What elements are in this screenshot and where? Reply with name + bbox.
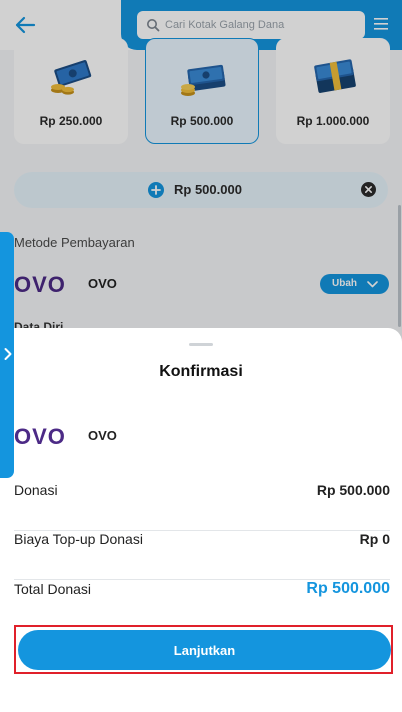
row-label: Total Donasi: [14, 581, 92, 597]
confirmation-sheet: Konfirmasi OVO OVO Donasi Rp 500.000 Bia…: [0, 328, 402, 712]
summary-row-donation: Donasi Rp 500.000: [14, 482, 390, 531]
side-panel-handle[interactable]: [0, 232, 14, 478]
sheet-title: Konfirmasi: [159, 363, 243, 380]
continue-button[interactable]: Lanjutkan: [18, 630, 391, 670]
total-value: Rp 500.000: [306, 580, 390, 597]
highlight-frame: Lanjutkan: [14, 625, 393, 674]
sheet-grabber[interactable]: [189, 343, 213, 346]
summary-row-topup-fee: Biaya Top-up Donasi Rp 0: [14, 531, 390, 580]
row-label: Donasi: [14, 482, 58, 498]
payment-method-name: OVO: [88, 428, 117, 443]
row-value: Rp 0: [359, 531, 390, 547]
row-label: Biaya Top-up Donasi: [14, 531, 143, 547]
chevron-right-icon: [4, 348, 12, 360]
row-value: Rp 500.000: [316, 482, 390, 498]
summary-row-total: Total Donasi Rp 500.000: [14, 580, 390, 630]
scrollbar[interactable]: [398, 205, 401, 327]
ovo-logo: OVO: [14, 424, 66, 449]
